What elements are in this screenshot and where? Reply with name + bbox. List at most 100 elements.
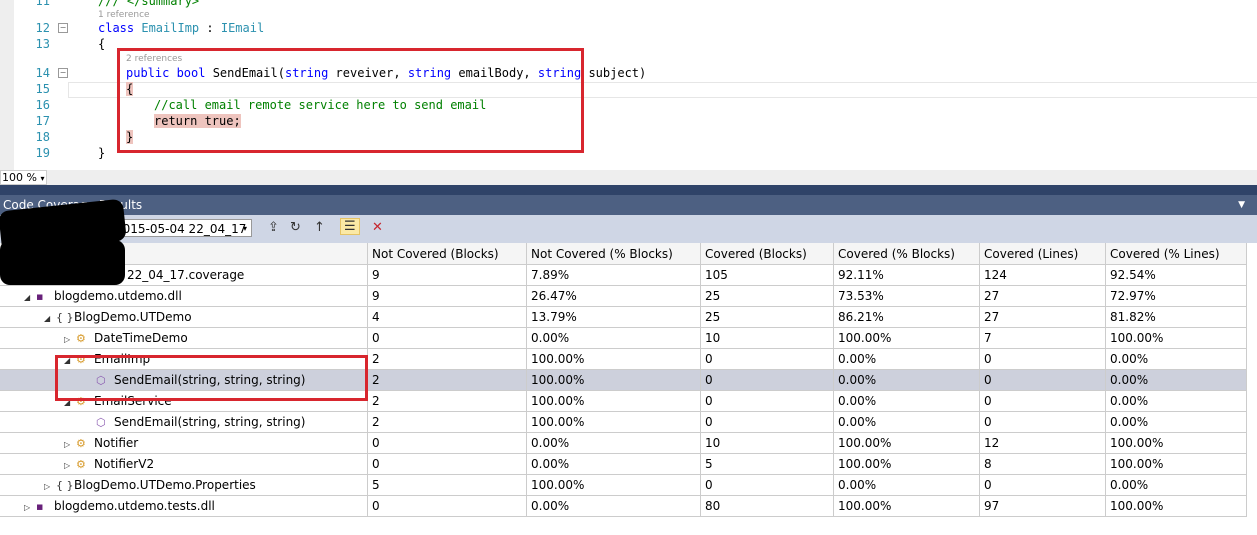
namespace-icon: { } [56, 479, 74, 492]
assembly-icon: ▪ [36, 290, 44, 303]
collapse-icon[interactable]: − [58, 68, 68, 78]
value-cell: 100.00% [833, 327, 980, 349]
expand-toggle-icon[interactable]: ◢ [44, 314, 56, 323]
hierarchy-cell: ▷ ⚙ NotifierV2 [0, 453, 368, 475]
value-cell: 0.00% [833, 369, 980, 391]
collapse-icon[interactable]: − [58, 23, 68, 33]
value-cell: 0.00% [526, 495, 701, 517]
value-cell: 2 [367, 411, 527, 433]
zoom-bar: 100 % ▾ [0, 170, 1257, 185]
line-number: 18 [35, 130, 50, 144]
value-cell: 4 [367, 306, 527, 328]
row-name: BlogDemo.UTDemo.Properties [74, 478, 256, 492]
value-cell: 5 [700, 453, 834, 475]
hierarchy-cell: ▷{ }BlogDemo.UTDemo.Properties [0, 474, 368, 496]
value-cell: 9 [367, 264, 527, 286]
value-cell: 2 [367, 369, 527, 391]
coloring-toggle-icon[interactable]: ☰ [340, 218, 360, 235]
value-cell: 12 [979, 432, 1106, 454]
table-row[interactable]: ◢ ▪ blogdemo.utdemo.dll 9 26.47% 25 73.53% 27 72… [0, 285, 1247, 307]
value-cell: 100.00% [1105, 453, 1247, 475]
col-not-covered-pct[interactable]: Not Covered (% Blocks) [526, 243, 701, 265]
table-row[interactable]: ⬡ SendEmail(string, string, string) 2 100.0… [0, 411, 1247, 433]
value-cell: 0 [367, 453, 527, 475]
table-row[interactable]: ▷ ⚙ NotifierV2 0 0.00% 5 100.00% 8 100.00% [0, 453, 1247, 475]
row-name: BlogDemo.UTDemo [74, 310, 192, 324]
expand-toggle-icon[interactable]: ▷ [64, 440, 76, 449]
col-covered-pct[interactable]: Covered (% Blocks) [833, 243, 980, 265]
table-row[interactable]: ◢{ }BlogDemo.UTDemo 4 13.79% 25 86.21% 27 81.8… [0, 306, 1247, 328]
value-cell: 8 [979, 453, 1106, 475]
value-cell: 10 [700, 432, 834, 454]
import-icon[interactable]: ⇪ [268, 220, 279, 235]
col-covered-blocks[interactable]: Covered (Blocks) [700, 243, 834, 265]
value-cell: 0 [979, 348, 1106, 370]
row-name: DateTimeDemo [94, 331, 188, 345]
row-name: blogdemo.utdemo.dll [54, 289, 182, 303]
value-cell: 92.54% [1105, 264, 1247, 286]
value-cell: 9 [367, 285, 527, 307]
splitter[interactable] [0, 185, 1257, 195]
refresh-icon[interactable]: ↻ [290, 220, 301, 235]
table-row[interactable]: ▷{ }BlogDemo.UTDemo.Properties 5 100.00% 0 0… [0, 474, 1247, 496]
value-cell: 86.21% [833, 306, 980, 328]
value-cell: 0 [700, 411, 834, 433]
value-cell: 0.00% [833, 390, 980, 412]
codelens-references[interactable]: 1 reference [98, 10, 150, 20]
table-row[interactable]: PC 2015-05-04 22_04_17.coverage 9 7.89% 105… [0, 264, 1247, 286]
value-cell: 0 [979, 369, 1106, 391]
value-cell: 100.00% [833, 495, 980, 517]
editor-margin [0, 0, 14, 170]
value-cell: 0 [979, 411, 1106, 433]
value-cell: 7.89% [526, 264, 701, 286]
col-covered-lines[interactable]: Covered (Lines) [979, 243, 1106, 265]
value-cell: 10 [700, 327, 834, 349]
expand-toggle-icon[interactable]: ▷ [44, 482, 56, 491]
value-cell: 0 [367, 432, 527, 454]
code-line: } [98, 146, 106, 160]
value-cell: 0 [700, 369, 834, 391]
row-name: Notifier [94, 436, 139, 450]
dropdown-icon[interactable]: ▼ [1238, 195, 1245, 215]
value-cell: 27 [979, 306, 1106, 328]
value-cell: 92.11% [833, 264, 980, 286]
class-icon: ⚙ [76, 332, 86, 345]
value-cell: 97 [979, 495, 1106, 517]
value-cell: 7 [979, 327, 1106, 349]
hierarchy-cell: ▷ ⚙ Notifier [0, 432, 368, 454]
annotation-highlight-box [55, 355, 368, 401]
value-cell: 0.00% [833, 411, 980, 433]
line-number: 11 [35, 0, 50, 8]
zoom-select[interactable]: 100 % ▾ [0, 170, 47, 185]
expand-toggle-icon[interactable]: ◢ [24, 293, 36, 302]
code-editor[interactable]: 11 /// </summary> 1 reference 12 − class… [0, 0, 1257, 170]
delete-icon[interactable]: ✕ [372, 220, 383, 235]
table-row[interactable]: ▷ ⚙ DateTimeDemo 0 0.00% 10 100.00% 7 100.00% [0, 327, 1247, 349]
value-cell: 124 [979, 264, 1106, 286]
value-cell: 0 [700, 348, 834, 370]
value-cell: 105 [700, 264, 834, 286]
value-cell: 5 [367, 474, 527, 496]
expand-toggle-icon[interactable]: ▷ [64, 335, 76, 344]
panel-title-bar: Code Coverage Results▼ [0, 195, 1257, 215]
value-cell: 100.00% [526, 369, 701, 391]
value-cell: 100.00% [833, 432, 980, 454]
table-row[interactable]: ▷ ⚙ Notifier 0 0.00% 10 100.00% 12 100.00% [0, 432, 1247, 454]
annotation-highlight-box [117, 48, 584, 153]
col-not-covered-blocks[interactable]: Not Covered (Blocks) [367, 243, 527, 265]
expand-toggle-icon[interactable]: ▷ [24, 503, 36, 512]
col-covered-pct-lines[interactable]: Covered (% Lines) [1105, 243, 1247, 265]
line-number: 15 [35, 82, 50, 96]
hierarchy-cell: ⬡ SendEmail(string, string, string) [0, 411, 368, 433]
value-cell: 27 [979, 285, 1106, 307]
expand-toggle-icon[interactable]: ▷ [64, 461, 76, 470]
table-row[interactable]: ▷ ▪ blogdemo.utdemo.tests.dll 0 0.00% 80 100.0… [0, 495, 1247, 517]
value-cell: 0.00% [1105, 348, 1247, 370]
hierarchy-cell: ▷ ▪ blogdemo.utdemo.tests.dll [0, 495, 368, 517]
hierarchy-cell: ◢ ▪ blogdemo.utdemo.dll [0, 285, 368, 307]
up-arrow-icon[interactable]: ↑ [314, 220, 325, 235]
value-cell: 0.00% [1105, 390, 1247, 412]
value-cell: 0 [367, 327, 527, 349]
code-line: { [98, 37, 106, 51]
value-cell: 100.00% [1105, 432, 1247, 454]
